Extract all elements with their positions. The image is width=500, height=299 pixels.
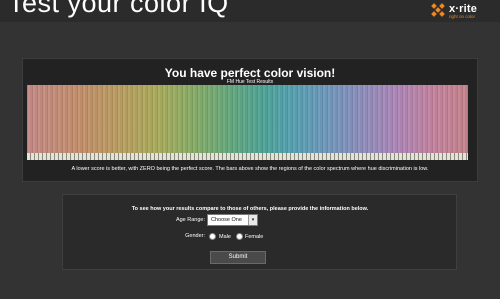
gender-male-label[interactable]: Male — [219, 234, 231, 240]
spectrum-stripes — [27, 85, 468, 153]
xrite-logo[interactable]: x·rite right on color — [431, 3, 492, 21]
chevron-down-icon[interactable]: ▾ — [248, 215, 257, 225]
age-range-select[interactable]: Choose One ▾ — [207, 214, 258, 226]
gender-male-radio[interactable] — [209, 233, 216, 240]
submit-button[interactable]: Submit — [210, 251, 266, 264]
gender-female-radio[interactable] — [236, 233, 243, 240]
app-header: Test your color IQ x·rite right on color — [0, 0, 500, 22]
form-prompt: To see how your results compare to those… — [131, 206, 369, 212]
age-range-label: Age Range: — [175, 217, 205, 223]
results-heading: You have perfect color vision! — [164, 66, 336, 80]
gender-female-label[interactable]: Female — [245, 234, 263, 240]
hue-spectrum-bars — [27, 85, 468, 153]
page-title: Test your color IQ — [8, 0, 229, 18]
page: Test your color IQ x·rite right on color… — [0, 0, 500, 299]
gender-label: Gender: — [185, 233, 205, 239]
age-range-selected-value: Choose One — [211, 217, 242, 223]
results-explanation: A lower score is better, with ZERO being… — [71, 166, 429, 172]
xrite-logo-icon — [431, 3, 446, 18]
logo-tagline: right on color — [449, 14, 476, 19]
spectrum-tick-strip — [27, 153, 468, 160]
